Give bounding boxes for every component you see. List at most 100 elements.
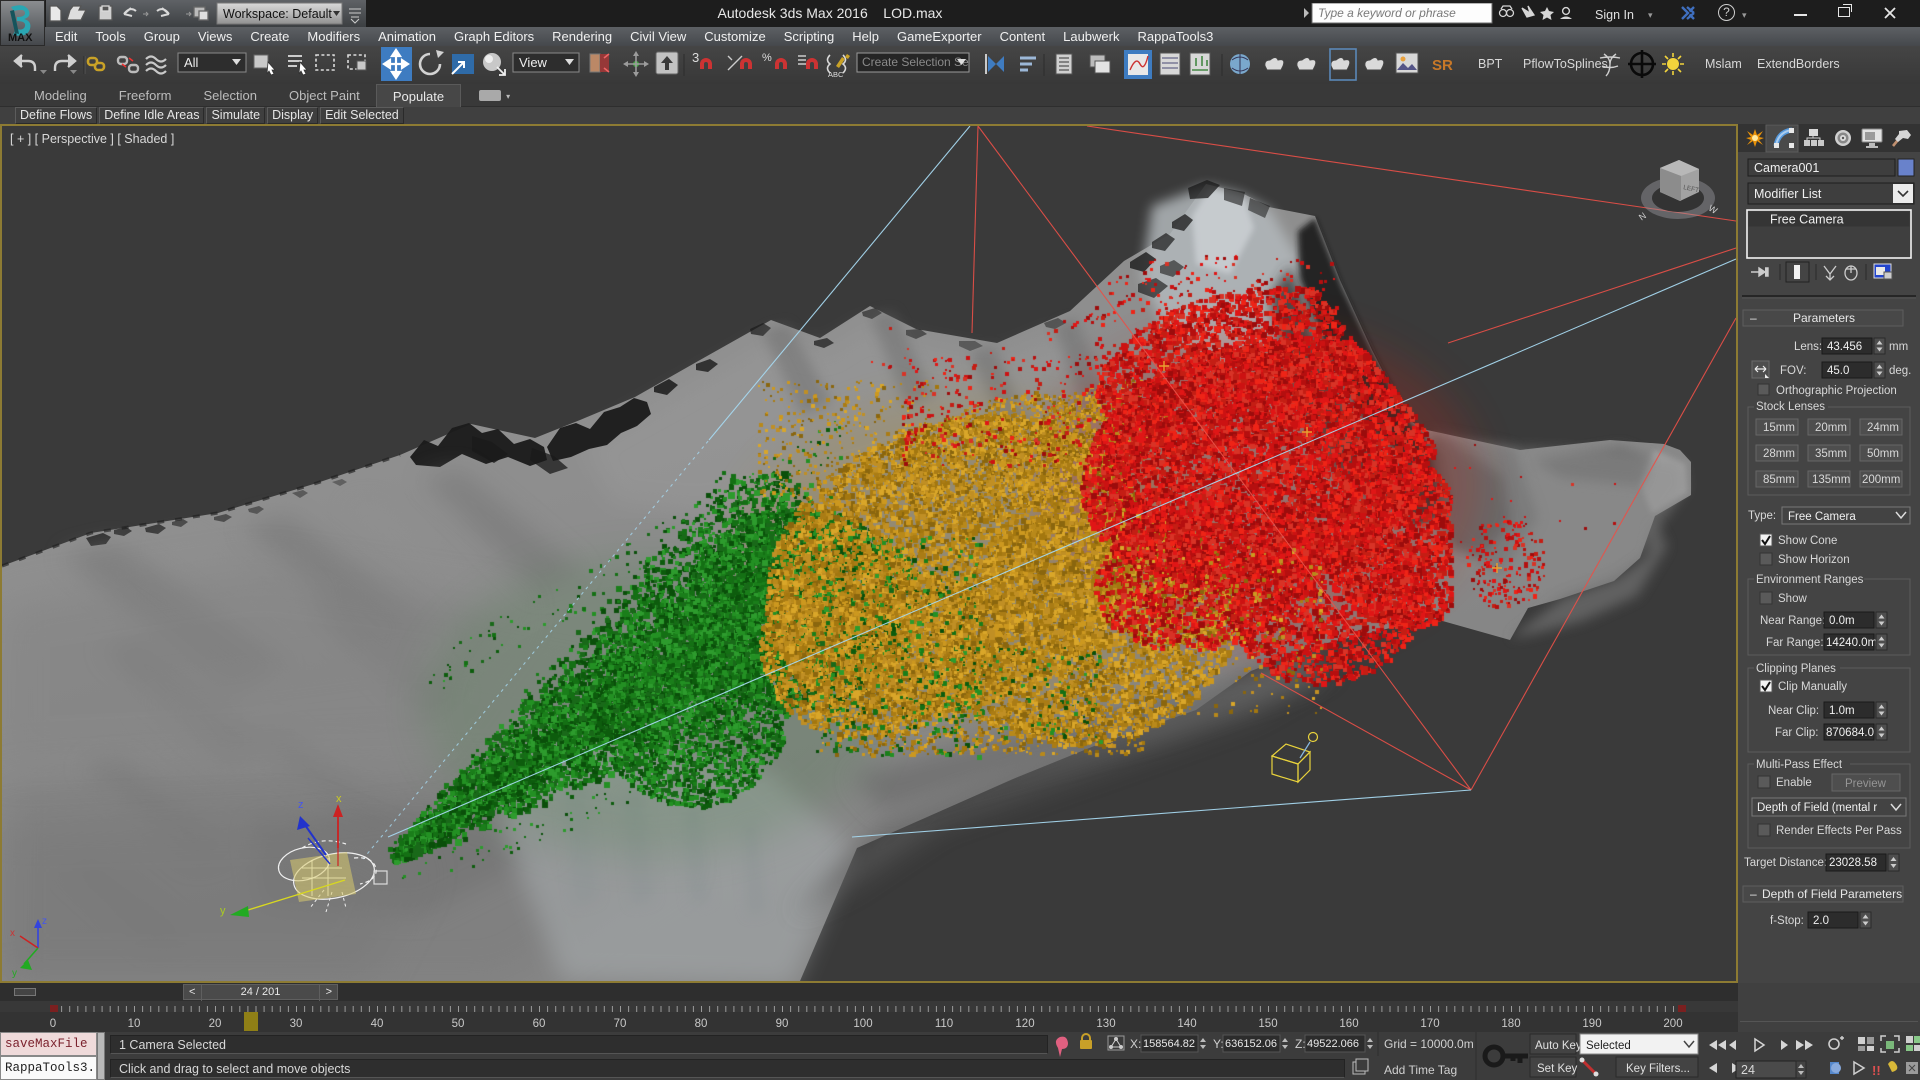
svg-text:Free Camera: Free Camera bbox=[1788, 511, 1856, 523]
svg-text:–: – bbox=[1750, 887, 1757, 901]
svg-text:Show: Show bbox=[1778, 593, 1807, 605]
svg-text:Render Effects Per Pass: Render Effects Per Pass bbox=[1776, 825, 1902, 837]
svg-text:20mm: 20mm bbox=[1815, 422, 1847, 434]
svg-text:MAX: MAX bbox=[8, 32, 33, 44]
svg-text:110: 110 bbox=[935, 1018, 953, 1030]
svg-text:49522.066: 49522.066 bbox=[1307, 1038, 1359, 1050]
svg-text:Camera001: Camera001 bbox=[1754, 161, 1819, 175]
svg-text:Near Clip:: Near Clip: bbox=[1768, 705, 1819, 717]
svg-text:23028.58: 23028.58 bbox=[1829, 857, 1877, 869]
svg-text:43.456: 43.456 bbox=[1827, 341, 1862, 353]
svg-text:Clip Manually: Clip Manually bbox=[1778, 681, 1847, 693]
svg-text:28mm: 28mm bbox=[1763, 448, 1795, 460]
svg-text:Depth of Field Parameters: Depth of Field Parameters bbox=[1762, 887, 1902, 901]
svg-text:3: 3 bbox=[692, 50, 699, 65]
svg-text:Type a keyword or phrase: Type a keyword or phrase bbox=[1318, 6, 1456, 20]
svg-text:170: 170 bbox=[1420, 1018, 1439, 1030]
svg-text:0.0m: 0.0m bbox=[1829, 615, 1855, 627]
svg-text:Free Camera: Free Camera bbox=[1770, 213, 1844, 227]
svg-text:Create Selection Se: Create Selection Se bbox=[862, 55, 969, 69]
svg-text:870684.0: 870684.0 bbox=[1826, 727, 1874, 739]
svg-text:100: 100 bbox=[853, 1018, 872, 1030]
svg-text:135mm: 135mm bbox=[1812, 474, 1850, 486]
svg-text:Workspace: Default: Workspace: Default bbox=[223, 7, 332, 21]
svg-text:Stock Lenses: Stock Lenses bbox=[1756, 401, 1825, 413]
svg-text:Enable: Enable bbox=[1776, 777, 1812, 789]
svg-text:190: 190 bbox=[1582, 1018, 1601, 1030]
svg-text:Mslam: Mslam bbox=[1705, 57, 1742, 71]
svg-text:y: y bbox=[220, 905, 226, 917]
svg-text:Key Filters...: Key Filters... bbox=[1626, 1063, 1690, 1075]
svg-text:160: 160 bbox=[1339, 1018, 1358, 1030]
svg-text:14240.0m: 14240.0m bbox=[1826, 637, 1877, 649]
svg-text:z: z bbox=[298, 799, 304, 811]
svg-text:Show Horizon: Show Horizon bbox=[1778, 554, 1850, 566]
svg-text:x: x bbox=[10, 928, 15, 939]
svg-text:Add Time Tag: Add Time Tag bbox=[1384, 1063, 1457, 1077]
svg-text:Preview: Preview bbox=[1845, 778, 1887, 790]
svg-text:Selected: Selected bbox=[1586, 1040, 1631, 1052]
svg-text:130: 130 bbox=[1096, 1018, 1115, 1030]
svg-text:BPT: BPT bbox=[1478, 57, 1503, 71]
svg-text:Multi-Pass Effect: Multi-Pass Effect bbox=[1756, 759, 1843, 771]
svg-text:%: % bbox=[762, 52, 772, 64]
svg-text:Depth of Field (mental r: Depth of Field (mental r bbox=[1757, 802, 1877, 814]
svg-text:View: View bbox=[519, 55, 548, 70]
svg-text:20: 20 bbox=[209, 1018, 222, 1030]
svg-text:x: x bbox=[336, 793, 342, 805]
svg-text:200: 200 bbox=[1663, 1018, 1682, 1030]
svg-text:Orthographic Projection: Orthographic Projection bbox=[1776, 385, 1897, 397]
svg-text:80: 80 bbox=[695, 1018, 708, 1030]
svg-text:0: 0 bbox=[50, 1018, 56, 1030]
svg-text:10: 10 bbox=[128, 1018, 141, 1030]
svg-text:35mm: 35mm bbox=[1815, 448, 1847, 460]
svg-text:deg.: deg. bbox=[1889, 365, 1911, 377]
svg-text:Far Clip:: Far Clip: bbox=[1775, 727, 1818, 739]
svg-text:Clipping Planes: Clipping Planes bbox=[1756, 663, 1836, 675]
svg-text:mm: mm bbox=[1889, 341, 1908, 353]
svg-text:120: 120 bbox=[1015, 1018, 1034, 1030]
svg-text:All: All bbox=[184, 55, 199, 70]
svg-text:Y:: Y: bbox=[1213, 1037, 1224, 1051]
svg-text:30: 30 bbox=[290, 1018, 303, 1030]
svg-text:60: 60 bbox=[533, 1018, 546, 1030]
svg-text:PflowToSplines: PflowToSplines bbox=[1523, 57, 1608, 71]
svg-text:Environment Ranges: Environment Ranges bbox=[1756, 574, 1864, 586]
svg-text:N: N bbox=[1637, 211, 1648, 223]
svg-text:2.0: 2.0 bbox=[1813, 915, 1829, 927]
svg-text:ExtendBorders: ExtendBorders bbox=[1757, 57, 1840, 71]
svg-text:Z:: Z: bbox=[1295, 1037, 1306, 1051]
svg-text:50: 50 bbox=[452, 1018, 465, 1030]
svg-text:Near Range:: Near Range: bbox=[1760, 615, 1825, 627]
svg-text:Show Cone: Show Cone bbox=[1778, 535, 1837, 547]
svg-text:140: 140 bbox=[1177, 1018, 1196, 1030]
svg-text:ABC: ABC bbox=[828, 70, 844, 79]
svg-text:1.0m: 1.0m bbox=[1829, 705, 1855, 717]
svg-text:Modifier List: Modifier List bbox=[1754, 187, 1822, 201]
svg-text:Grid = 10000.0m: Grid = 10000.0m bbox=[1384, 1037, 1474, 1051]
svg-text:180: 180 bbox=[1501, 1018, 1520, 1030]
svg-text:f-Stop:: f-Stop: bbox=[1770, 915, 1804, 927]
svg-text:158564.82: 158564.82 bbox=[1143, 1038, 1195, 1050]
svg-text:24mm: 24mm bbox=[1867, 422, 1899, 434]
svg-text:Type:: Type: bbox=[1748, 510, 1776, 522]
svg-text:FOV:: FOV: bbox=[1780, 365, 1806, 377]
svg-text:150: 150 bbox=[1258, 1018, 1277, 1030]
svg-text:–: – bbox=[1750, 311, 1757, 325]
svg-text:200mm: 200mm bbox=[1862, 474, 1900, 486]
svg-text:X:: X: bbox=[1130, 1037, 1141, 1051]
svg-text:Lens:: Lens: bbox=[1794, 341, 1822, 353]
svg-text:45.0: 45.0 bbox=[1827, 365, 1849, 377]
svg-text:Parameters: Parameters bbox=[1793, 311, 1855, 325]
svg-text:Target Distance:: Target Distance: bbox=[1744, 857, 1827, 869]
svg-text:50mm: 50mm bbox=[1867, 448, 1899, 460]
svg-text:15mm: 15mm bbox=[1763, 422, 1795, 434]
svg-text:Auto Key: Auto Key bbox=[1535, 1040, 1582, 1052]
svg-text:70: 70 bbox=[614, 1018, 627, 1030]
svg-text:636152.06: 636152.06 bbox=[1225, 1038, 1277, 1050]
svg-text:85mm: 85mm bbox=[1763, 474, 1795, 486]
svg-text:!!: !! bbox=[1872, 1063, 1881, 1078]
svg-text:24: 24 bbox=[1741, 1063, 1755, 1077]
svg-text:90: 90 bbox=[776, 1018, 789, 1030]
svg-text:Set Key: Set Key bbox=[1537, 1063, 1578, 1075]
